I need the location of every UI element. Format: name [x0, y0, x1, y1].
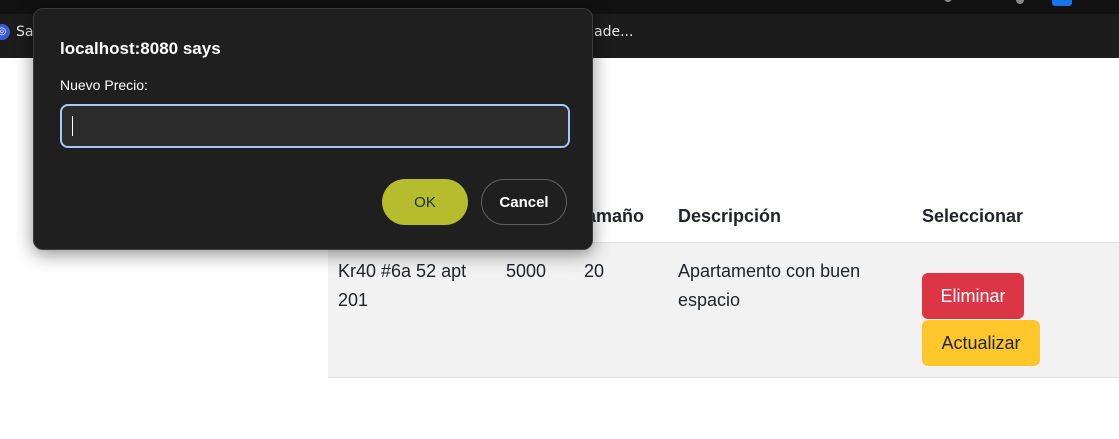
dialog-title: localhost:8080 says — [60, 39, 221, 58]
cell-descripcion: Apartamento con buen espacio — [678, 257, 860, 315]
bookmark-item[interactable]: Sa — [16, 24, 33, 40]
precio-input[interactable] — [60, 104, 570, 148]
cancel-button[interactable]: Cancel — [481, 179, 567, 225]
profile-icon[interactable] — [1052, 0, 1072, 6]
actualizar-button[interactable]: Actualizar — [922, 320, 1040, 366]
eliminar-button[interactable]: Eliminar — [922, 273, 1024, 319]
dialog-message: Nuevo Precio: — [60, 77, 148, 93]
header-descripcion: Descripción — [678, 206, 782, 226]
bookmark-item[interactable]: ade... — [594, 24, 633, 40]
header-seleccionar: Seleccionar — [922, 206, 1024, 226]
cell-direccion-line: Kr40 #6a 52 apt — [338, 261, 467, 281]
cell-descripcion-line: Apartamento con buen — [678, 261, 861, 281]
prompt-dialog: localhost:8080 says Nuevo Precio: OK Can… — [33, 8, 593, 250]
cell-descripcion-line: espacio — [678, 290, 741, 310]
header-tamano: amaño — [586, 206, 645, 226]
text-caret — [72, 116, 73, 136]
cell-precio: 5000 — [506, 261, 547, 281]
cell-tamano: 20 — [584, 261, 605, 281]
cell-direccion-line: 201 — [338, 290, 369, 310]
bookmark-icon[interactable]: ◎ — [0, 24, 10, 40]
cell-direccion: Kr40 #6a 52 apt 201 — [338, 257, 466, 315]
ok-button[interactable]: OK — [382, 179, 468, 225]
table-row: Kr40 #6a 52 apt 201 5000 20 Apartamento … — [328, 243, 1119, 378]
